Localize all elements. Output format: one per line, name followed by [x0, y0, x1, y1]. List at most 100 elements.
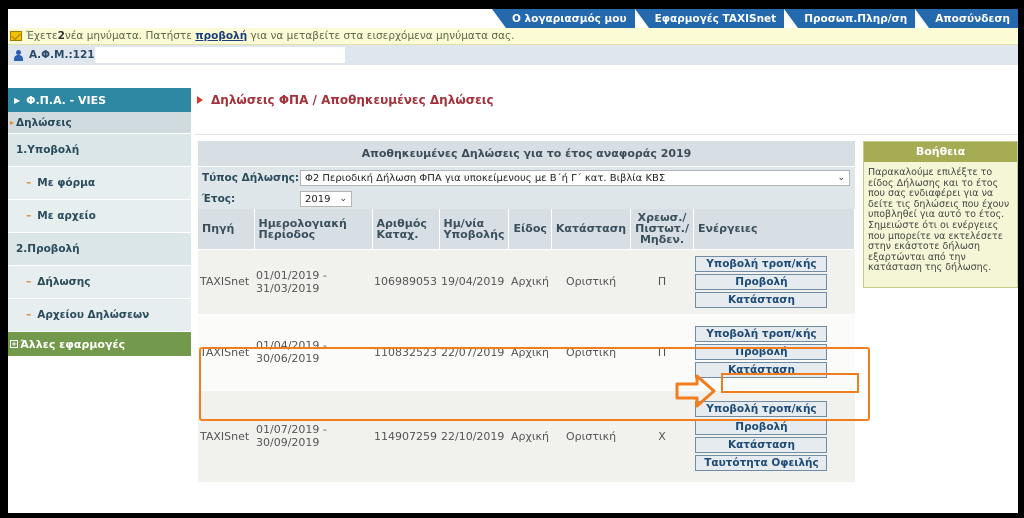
cell-date: 22/07/2019 [439, 313, 509, 390]
dash-icon: – [26, 210, 32, 222]
browser-frame: Ο λογαριασμός μου Εφαρμογές TAXISnet Προ… [8, 9, 1018, 513]
nav-taxisnet-apps[interactable]: Εφαρμογές TAXISnet [648, 9, 785, 28]
message-middle: νέα μηνύματα. Πατήστε [64, 30, 192, 42]
sidebar-item-declaration[interactable]: – Δήλωσης [8, 266, 191, 299]
envelope-icon [10, 31, 22, 41]
sidebar-item-label: Αρχείου Δηλώσεων [37, 309, 150, 321]
cell-period: 01/01/2019 - 31/03/2019 [254, 248, 372, 314]
sidebar-item-label: 1.Υποβολή [16, 144, 80, 156]
message-bar: Έχετε 2 νέα μηνύματα. Πατήστε προβολή γι… [8, 28, 1018, 45]
main-content: Δηλώσεις ΦΠΑ / Αποθηκευμένες Δηλώσεις Απ… [195, 88, 1018, 513]
sidebar-item-declarations-file[interactable]: – Αρχείου Δηλώσεων [8, 299, 191, 332]
cell-debit: Χ [630, 389, 694, 482]
sidebar: ▶ Φ.Π.Α. - VIES ▸ Δηλώσεις 1.Υποβολή – Μ… [8, 88, 191, 513]
header-date: Ημ/νία Υποβολής [439, 209, 510, 249]
nav-logout[interactable]: Αποσύνδεση [929, 9, 1018, 28]
table-header-row: Πηγή Ημερολογιακή Περίοδος Αριθμός Καταχ… [198, 209, 856, 249]
top-nav: Ο λογαριασμός μου Εφαρμογές TAXISnet Προ… [491, 9, 1018, 28]
header-source: Πηγή [198, 209, 255, 249]
sidebar-other-label: Άλλες εφαρμογές [20, 337, 126, 351]
status-button[interactable]: Κατάσταση [695, 437, 828, 454]
chevron-right-icon: ▸ [10, 118, 15, 127]
sidebar-other-apps[interactable]: + Άλλες εφαρμογές [8, 332, 191, 356]
sidebar-item-with-form[interactable]: – Με φόρμα [8, 167, 191, 200]
view-button[interactable]: Προβολή [695, 419, 828, 436]
sidebar-item-view[interactable]: 2.Προβολή [8, 233, 191, 266]
sidebar-item-label: Με αρχείο [37, 210, 96, 222]
cell-source: TAXISnet [198, 313, 254, 390]
breadcrumb-text: Δηλώσεις ΦΠΑ / Αποθηκευμένες Δηλώσεις [211, 93, 494, 107]
year-value: 2019 [305, 193, 331, 205]
sidebar-item-with-file[interactable]: – Με αρχείο [8, 200, 191, 233]
cell-status: Οριστική [551, 389, 631, 482]
sidebar-item-label: Με φόρμα [37, 177, 96, 189]
cell-status: Οριστική [551, 248, 631, 314]
view-button[interactable]: Προβολή [695, 344, 828, 360]
cell-period: 01/04/2019 - 30/06/2019 [254, 313, 372, 390]
table-row: TAXISnet 01/04/2019 - 30/06/2019 1108325… [198, 313, 855, 390]
help-text: Παρακαλούμε επιλέξτε το είδος Δήλωσης κα… [868, 167, 1010, 274]
help-panel: Βοήθεια Παρακαλούμε επιλέξτε το είδος Δή… [863, 141, 1018, 288]
cell-actions: Υποβολή τροπ/κής Προβολή Κατάσταση [693, 248, 855, 314]
cell-regno: 110832523 [372, 313, 439, 390]
cell-date: 19/04/2019 [439, 248, 509, 314]
view-button[interactable]: Προβολή [695, 273, 828, 290]
nav-personal-info[interactable]: Προσωπ.Πληρ/ση [798, 9, 916, 28]
header-status: Κατάσταση [551, 209, 632, 249]
message-count: 2 [57, 30, 65, 42]
declaration-type-select[interactable]: Φ2 Περιοδική Δήλωση ΦΠΑ για υποκείμενους… [300, 170, 850, 186]
cell-source: TAXISnet [198, 389, 254, 482]
debt-id-button[interactable]: Ταυτότητα Οφειλής [695, 455, 828, 472]
afm-bar: Α.Φ.Μ.:121 [8, 45, 1018, 65]
nav-divider [915, 9, 930, 28]
spacer-band [195, 112, 1018, 135]
afm-label: Α.Φ.Μ.:121 [29, 49, 95, 61]
cell-regno: 106989053 [372, 248, 439, 314]
table-row: TAXISnet 01/07/2019 - 30/09/2019 1149072… [198, 389, 855, 482]
triangle-right-icon [197, 96, 203, 104]
status-button[interactable]: Κατάσταση [695, 362, 828, 378]
sidebar-item-submit[interactable]: 1.Υποβολή [8, 134, 191, 167]
afm-value-field [94, 47, 345, 63]
submit-amendment-button[interactable]: Υποβολή τροπ/κής [695, 401, 828, 418]
sidebar-item-label: Δήλωσης [37, 276, 91, 288]
message-suffix: για να μεταβείτε στα εισερχόμενα μηνύματ… [250, 30, 515, 42]
declaration-type-value: Φ2 Περιοδική Δήλωση ΦΠΑ για υποκείμενους… [305, 172, 666, 184]
header-debit: Χρεωσ./ Πιστωτ./ Μηδεν. [630, 209, 694, 249]
table-row: TAXISnet 01/01/2019 - 31/03/2019 1069890… [198, 248, 855, 314]
saved-declarations-panel: Αποθηκευμένες Δηλώσεις για το έτος αναφο… [198, 141, 856, 482]
cell-kind: Αρχική [508, 313, 552, 390]
message-prefix: Έχετε [26, 30, 58, 42]
type-filter-row: Τύπος Δήλωσης: Φ2 Περιοδική Δήλωση ΦΠΑ γ… [198, 167, 855, 189]
nav-divider [491, 9, 506, 28]
sidebar-section-vat-vies[interactable]: ▶ Φ.Π.Α. - VIES [8, 88, 191, 112]
nav-my-account[interactable]: Ο λογαριασμός μου [505, 9, 635, 28]
cell-source: TAXISnet [198, 248, 254, 314]
status-button[interactable]: Κατάσταση [695, 291, 828, 308]
sidebar-item-label: Δηλώσεις [16, 116, 72, 129]
message-view-link[interactable]: προβολή [195, 30, 247, 42]
cell-date: 22/10/2019 [439, 389, 509, 482]
header-regno: Αριθμός Καταχ. [372, 209, 440, 249]
nav-divider [634, 9, 649, 28]
cell-debit: Π [630, 248, 694, 314]
type-label: Τύπος Δήλωσης: [202, 172, 300, 184]
nav-divider [784, 9, 799, 28]
expand-box-icon: + [10, 340, 18, 348]
sidebar-item-declarations[interactable]: ▸ Δηλώσεις [8, 112, 191, 134]
dash-icon: – [26, 309, 32, 321]
top-navbar: Ο λογαριασμός μου Εφαρμογές TAXISnet Προ… [8, 9, 1018, 28]
sidebar-item-label: 2.Προβολή [16, 243, 80, 255]
cell-actions: Υποβολή τροπ/κής Προβολή Κατάσταση Ταυτό… [693, 389, 855, 482]
user-icon [14, 49, 23, 61]
year-select[interactable]: 2019 ⌄ [300, 191, 352, 207]
chevron-down-icon: ⌄ [837, 173, 845, 183]
cell-status: Οριστική [551, 313, 631, 390]
chevron-down-icon: ⌄ [339, 194, 347, 204]
submit-amendment-button[interactable]: Υποβολή τροπ/κής [695, 326, 828, 342]
submit-amendment-button[interactable]: Υποβολή τροπ/κής [695, 255, 828, 272]
breadcrumb: Δηλώσεις ΦΠΑ / Αποθηκευμένες Δηλώσεις [195, 88, 1018, 112]
dash-icon: – [26, 276, 32, 288]
dash-icon: – [26, 177, 32, 189]
cell-period: 01/07/2019 - 30/09/2019 [254, 389, 372, 482]
